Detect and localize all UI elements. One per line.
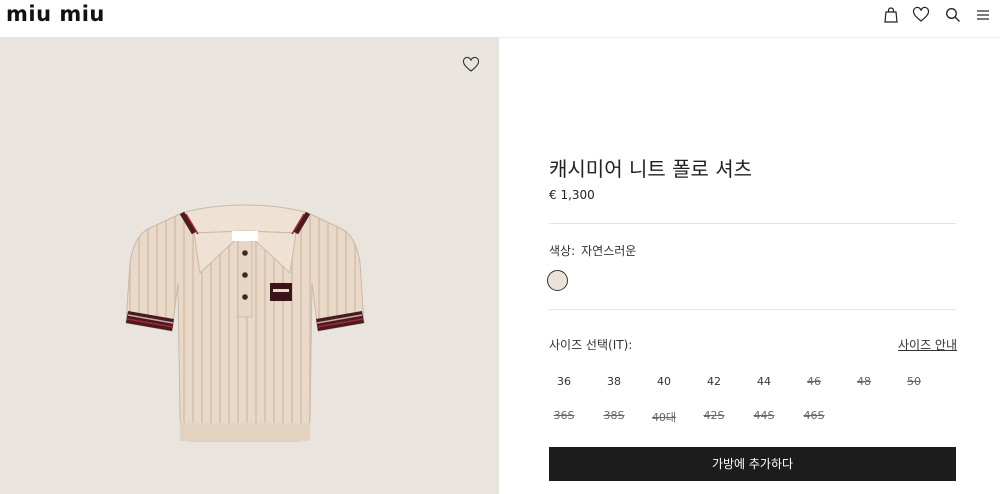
bag-icon[interactable]: [882, 6, 900, 24]
menu-icon[interactable]: [974, 6, 992, 24]
divider: [549, 223, 956, 224]
color-swatch[interactable]: [547, 270, 568, 291]
site-header: miu miu: [0, 0, 1000, 38]
size-guide-link[interactable]: 사이즈 안내: [898, 336, 957, 353]
product-price: € 1,300: [549, 188, 595, 202]
size-option-50[interactable]: 50: [894, 375, 934, 388]
size-option-36[interactable]: 36: [544, 375, 584, 388]
polo-shirt-illustration: [125, 204, 365, 442]
color-label: 색상: 자연스러운: [549, 242, 636, 259]
color-value: 자연스러운: [581, 244, 637, 258]
size-option-46S[interactable]: 46S: [794, 409, 834, 422]
size-option-44[interactable]: 44: [744, 375, 784, 388]
size-option-46[interactable]: 46: [794, 375, 834, 388]
brand-logo[interactable]: miu miu: [6, 2, 105, 26]
size-option-40[interactable]: 40: [644, 375, 684, 388]
size-option-40대[interactable]: 40대: [644, 409, 684, 425]
heart-icon[interactable]: [912, 6, 930, 24]
product-image[interactable]: [0, 37, 499, 494]
size-option-38[interactable]: 38: [594, 375, 634, 388]
size-label: 사이즈 선택(IT):: [549, 338, 633, 352]
size-option-48[interactable]: 48: [844, 375, 884, 388]
size-option-38S[interactable]: 38S: [594, 409, 634, 422]
product-title: 캐시미어 니트 폴로 셔츠: [549, 157, 753, 181]
size-option-44S[interactable]: 44S: [744, 409, 784, 422]
size-option-42[interactable]: 42: [694, 375, 734, 388]
divider: [549, 309, 956, 310]
size-option-42S[interactable]: 42S: [694, 409, 734, 422]
search-icon[interactable]: [944, 6, 962, 24]
size-option-36S[interactable]: 36S: [544, 409, 584, 422]
add-to-bag-button[interactable]: 가방에 추가하다: [549, 447, 956, 481]
color-label-text: 색상:: [549, 244, 576, 258]
wishlist-heart-icon[interactable]: [462, 56, 480, 74]
